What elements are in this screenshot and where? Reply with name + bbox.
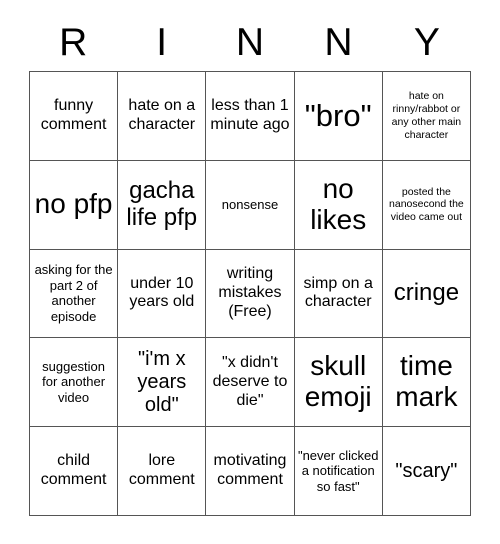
bingo-cell-label: lore comment — [128, 452, 195, 489]
bingo-cell[interactable]: "i'm x years old" — [118, 338, 207, 428]
bingo-header: R I N N Y — [29, 14, 471, 71]
bingo-cell-label: nonsense — [221, 196, 279, 212]
header-letter-4: N — [324, 21, 353, 64]
bingo-cell[interactable]: "scary" — [382, 427, 471, 516]
bingo-cell[interactable]: gacha life pfp — [118, 160, 207, 250]
bingo-cell-label: posted the nanosecond the video came out — [389, 185, 464, 224]
bingo-cell-label: suggestion for another video — [42, 358, 106, 406]
bingo-cell-label: funny comment — [40, 97, 107, 133]
bingo-cell-label: "scary" — [395, 459, 458, 482]
bingo-cell[interactable]: motivating comment — [206, 427, 295, 516]
bingo-cell-label: no pfp — [34, 188, 113, 220]
header-letter-1: R — [59, 21, 88, 64]
bingo-cell[interactable]: cringe — [382, 249, 471, 339]
bingo-cell-label: "bro" — [304, 98, 372, 134]
bingo-grid: funny comment hate on a character less t… — [29, 71, 471, 516]
bingo-cell-label: simp on a character — [303, 274, 373, 311]
bingo-cell[interactable]: skull emoji — [294, 338, 383, 428]
bingo-cell[interactable]: nonsense — [206, 160, 295, 250]
bingo-cell[interactable]: suggestion for another video — [30, 338, 119, 428]
bingo-cell-label: time mark — [395, 350, 458, 413]
bingo-cell-label: under 10 years old — [129, 274, 195, 311]
bingo-cell[interactable]: under 10 years old — [118, 249, 207, 339]
bingo-cell[interactable]: no likes — [294, 160, 383, 250]
bingo-cell[interactable]: "x didn't deserve to die" — [206, 338, 295, 428]
bingo-cell-label: no likes — [310, 172, 367, 235]
bingo-cell[interactable]: "bro" — [294, 72, 383, 161]
header-letter-3: N — [235, 21, 265, 64]
bingo-cell-label: "x didn't deserve to die" — [212, 353, 288, 409]
bingo-cell[interactable]: lore comment — [118, 427, 207, 516]
bingo-cell-label: cringe — [393, 279, 460, 307]
bingo-cell-label: less than 1 minute ago — [210, 97, 290, 133]
bingo-cell-label: "never clicked a notification so fast" — [297, 447, 379, 494]
bingo-cell[interactable]: child comment — [30, 427, 119, 516]
bingo-cell[interactable]: funny comment — [30, 72, 119, 161]
bingo-cell[interactable]: no pfp — [30, 160, 119, 250]
bingo-cell-label: asking for the part 2 of another episode — [34, 262, 113, 325]
bingo-cell-label: hate on rinny/rabbot or any other main c… — [391, 90, 462, 141]
bingo-cell-label: "i'm x years old" — [137, 348, 187, 416]
header-letter-5: Y — [413, 21, 440, 64]
bingo-cell-label: skull emoji — [304, 350, 372, 413]
bingo-cell[interactable]: simp on a character — [294, 249, 383, 339]
bingo-cell-label: motivating comment — [213, 452, 287, 489]
bingo-cell-label: writing mistakes (Free) — [218, 265, 282, 320]
bingo-cell[interactable]: less than 1 minute ago — [206, 72, 295, 161]
bingo-cell[interactable]: hate on a character — [118, 72, 207, 161]
bingo-cell-label: gacha life pfp — [126, 176, 198, 231]
bingo-cell-label: hate on a character — [128, 97, 196, 133]
bingo-cell-free[interactable]: writing mistakes (Free) — [206, 249, 295, 339]
bingo-card: R I N N Y funny comment hate on a charac… — [0, 0, 500, 544]
bingo-cell[interactable]: time mark — [382, 338, 471, 428]
bingo-cell[interactable]: asking for the part 2 of another episode — [30, 249, 119, 339]
bingo-cell[interactable]: hate on rinny/rabbot or any other main c… — [382, 72, 471, 161]
bingo-cell[interactable]: posted the nanosecond the video came out — [382, 160, 471, 250]
bingo-cell[interactable]: "never clicked a notification so fast" — [294, 427, 383, 516]
bingo-cell-label: child comment — [40, 452, 107, 489]
header-letter-2: I — [156, 21, 168, 64]
